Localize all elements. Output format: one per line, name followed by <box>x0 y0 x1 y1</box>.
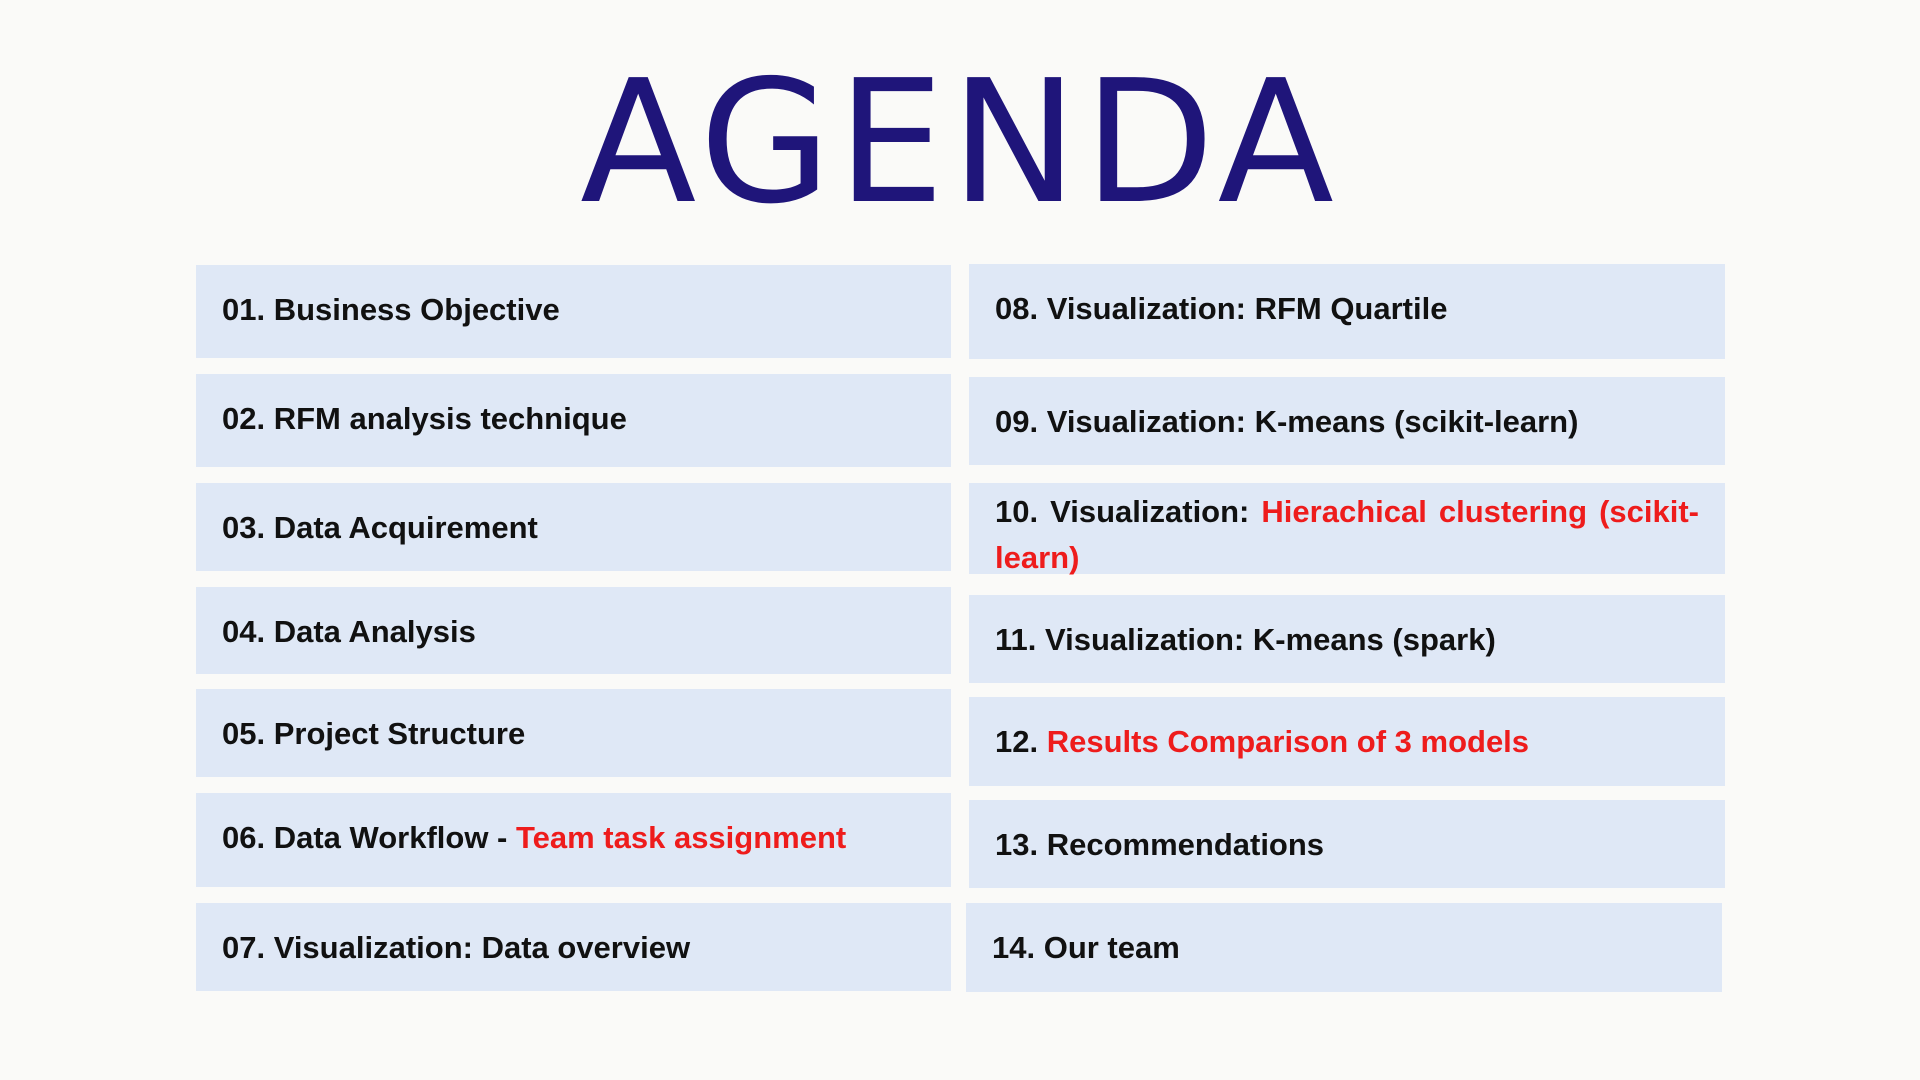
agenda-item-label: 07. Visualization: Data overview <box>222 930 691 965</box>
agenda-item-label: 08. Visualization: RFM Quartile <box>995 291 1448 326</box>
agenda-item-13: 13. Recommendations <box>969 800 1725 888</box>
agenda-item-label: 03. Data Acquirement <box>222 510 538 545</box>
agenda-item-11: 11. Visualization: K-means (spark) <box>969 595 1725 683</box>
agenda-item-09: 09. Visualization: K-means (scikit-learn… <box>969 377 1725 465</box>
agenda-item-label: 04. Data Analysis <box>222 614 476 649</box>
agenda-item-03: 03. Data Acquirement <box>196 483 951 571</box>
agenda-item-07: 07. Visualization: Data overview <box>196 903 951 991</box>
agenda-item-14: 14. Our team <box>966 903 1722 992</box>
agenda-item-label: 09. Visualization: K-means (scikit-learn… <box>995 404 1579 439</box>
agenda-item-label: 06. Data Workflow - <box>222 820 516 855</box>
agenda-item-05: 05. Project Structure <box>196 689 951 777</box>
agenda-item-highlight: Results Comparison of 3 models <box>1046 724 1530 759</box>
agenda-item-12: 12. Results Comparison of 3 models <box>969 697 1725 786</box>
agenda-item-06: 06. Data Workflow - Team task assignment <box>196 793 951 887</box>
agenda-item-08: 08. Visualization: RFM Quartile <box>969 264 1725 359</box>
agenda-item-label: 14. Our team <box>992 930 1180 965</box>
agenda-item-label: 13. Recommendations <box>995 827 1325 862</box>
agenda-item-10: 10. Visualization: Hierachical clusterin… <box>969 483 1725 575</box>
page-title: AGENDA <box>580 44 1340 242</box>
agenda-item-label: 12. <box>995 724 1047 759</box>
agenda-item-highlight: Team task assignment <box>516 820 847 855</box>
agenda-item-04: 04. Data Analysis <box>196 587 951 674</box>
agenda-item-label: 01. Business Objective <box>222 292 560 327</box>
agenda-item-01: 01. Business Objective <box>196 265 951 358</box>
agenda-item-02: 02. RFM analysis technique <box>196 374 951 467</box>
agenda-item-label: 11. Visualization: K-means (spark) <box>995 622 1496 657</box>
agenda-item-label: 05. Project Structure <box>222 716 526 751</box>
agenda-item-label: 02. RFM analysis technique <box>222 401 627 436</box>
agenda-item-label: 10. Visualization: <box>995 494 1262 529</box>
